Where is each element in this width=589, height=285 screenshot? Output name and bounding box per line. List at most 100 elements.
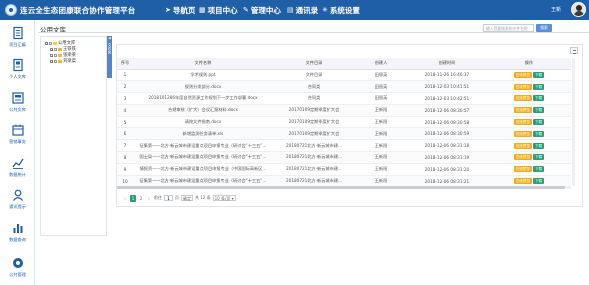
expand-icon[interactable]: + bbox=[50, 59, 54, 63]
download-button[interactable]: 下载 bbox=[533, 130, 545, 137]
column-header[interactable]: 文件目录 bbox=[273, 58, 355, 70]
page-size-select[interactable]: 10 条/页 ▾ bbox=[212, 195, 236, 201]
total-count: 共 12 条 bbox=[195, 195, 211, 200]
preview-button[interactable]: 在线预览 bbox=[513, 166, 533, 173]
nav-contacts[interactable]: ▤ 通讯录 bbox=[287, 4, 318, 16]
download-button[interactable]: 下载 bbox=[533, 142, 545, 149]
table-row[interactable]: 9 情报资——北方·新云城市建设重点项目申报专业（中国国际高新区... 201807… bbox=[117, 163, 571, 176]
download-button[interactable]: 下载 bbox=[533, 178, 545, 185]
preview-button[interactable]: 在线预览 bbox=[513, 154, 533, 161]
nav-home[interactable]: ➤ 导航页 bbox=[165, 4, 195, 16]
nav-management[interactable]: ✎ 管理中心 bbox=[243, 4, 281, 16]
tree-node-label: 刘梁菜 bbox=[63, 59, 76, 64]
download-button[interactable]: 下载 bbox=[533, 71, 545, 78]
vertical-scrollbar[interactable] bbox=[572, 58, 575, 186]
tree-checkbox[interactable] bbox=[54, 47, 57, 51]
sidebar-item-public-library[interactable]: 公共文库 bbox=[0, 89, 35, 119]
preview-button[interactable]: 在线预览 bbox=[513, 83, 533, 90]
download-button[interactable]: 下载 bbox=[533, 154, 545, 161]
horizontal-scrollbar[interactable] bbox=[117, 186, 565, 189]
file-name: 请按文件指南.docx bbox=[133, 116, 273, 129]
column-header[interactable]: 文件名称 bbox=[133, 58, 273, 70]
preview-button[interactable]: 在线预览 bbox=[513, 130, 533, 137]
file-directory: 20170109定期季度扩大会 bbox=[273, 104, 355, 117]
calendar-icon bbox=[11, 124, 24, 136]
preview-button[interactable]: 在线预览 bbox=[513, 178, 533, 185]
tree-checkbox[interactable] bbox=[49, 41, 52, 45]
splitter-label: 文件夹 bbox=[108, 42, 112, 54]
sidebar-item-data-query[interactable]: 数据查询 bbox=[0, 219, 35, 249]
collapse-icon[interactable]: − bbox=[45, 41, 49, 45]
row-number: 4 bbox=[117, 104, 133, 117]
sidebar-label: 数据统计 bbox=[9, 172, 26, 177]
creator: 王新阳 bbox=[355, 127, 407, 141]
table-row[interactable]: 1 学术规则.ppt 文件目录 田银英 2018-11-26 16:46:37 在线预览下… bbox=[117, 69, 571, 82]
confirm-page-button[interactable]: 确定 bbox=[181, 195, 193, 201]
page-number-input[interactable] bbox=[164, 195, 173, 201]
page-unit-label: 页 bbox=[175, 195, 179, 200]
expand-icon[interactable]: + bbox=[50, 47, 54, 51]
sidebar-label: 个人文库 bbox=[9, 74, 26, 79]
search-input[interactable] bbox=[483, 24, 534, 32]
nav-projects[interactable]: ▦ 项目中心 bbox=[199, 4, 238, 16]
row-actions: 在线预览 下载 bbox=[487, 69, 571, 82]
row-number: 8 bbox=[117, 151, 133, 164]
file-directory: 文件目录 bbox=[273, 69, 355, 82]
row-number: 3 bbox=[117, 92, 133, 105]
preview-button[interactable]: 在线预览 bbox=[513, 107, 533, 114]
preview-button[interactable]: 在线预览 bbox=[513, 142, 533, 149]
row-actions: 在线预览 下载 bbox=[487, 139, 571, 153]
download-button[interactable]: 下载 bbox=[533, 83, 545, 90]
file-directory: 合同类 bbox=[273, 92, 355, 105]
download-button[interactable]: 下载 bbox=[533, 119, 545, 126]
nav-home-label: 导航页 bbox=[172, 5, 196, 15]
sidebar-item-statistics[interactable]: 数据统计 bbox=[0, 154, 35, 184]
preview-button[interactable]: 在线预览 bbox=[513, 95, 533, 102]
column-header[interactable]: 创建时间 bbox=[407, 58, 487, 70]
table-row[interactable]: 2 规则分发部分.docx 合同类 田银英 2018-12-03 10:41:51 在线预… bbox=[117, 80, 571, 94]
search-button[interactable]: 搜索 bbox=[536, 24, 552, 32]
table-row[interactable]: 4 合规审核（扩大）会议汇报材料.docx 20170109定期季度扩大会 王新阳 20… bbox=[117, 104, 571, 117]
page-button-1[interactable]: 1 bbox=[130, 194, 136, 202]
divider bbox=[38, 32, 589, 33]
folder-icon bbox=[58, 47, 62, 51]
sidebar-item-personal-library[interactable]: 个人文库 bbox=[0, 56, 35, 86]
folder-panel-toggle[interactable]: ◀ 文件夹 bbox=[107, 36, 112, 78]
table-row[interactable]: 3 2018101286年度自然资源工作规划下一步工作部署.docx 合同类 田银英 2… bbox=[117, 92, 571, 105]
download-button[interactable]: 下载 bbox=[533, 107, 545, 114]
grid-icon: ▦ bbox=[199, 6, 206, 14]
avatar[interactable] bbox=[571, 2, 586, 17]
user-name[interactable]: 王新 bbox=[551, 6, 561, 13]
next-page-button[interactable]: › bbox=[146, 195, 152, 202]
nav-settings[interactable]: ✳ 系统设置 bbox=[322, 4, 360, 16]
table-row[interactable]: 6 新增监测任务清单.xls 20170109定期季度扩大会 王新阳 2018-12-0… bbox=[117, 127, 571, 141]
tree-checkbox[interactable] bbox=[54, 59, 57, 63]
prev-page-button[interactable]: ‹ bbox=[122, 195, 128, 202]
column-header[interactable]: 创建人 bbox=[355, 58, 407, 70]
chart-icon bbox=[11, 158, 24, 169]
table-row[interactable]: 8 国土局——北方·新云城市建设重点项目申报专业（研讨会“十三五”... 20180… bbox=[117, 151, 571, 164]
file-name: 国土局——北方·新云城市建设重点项目申报专业（研讨会“十三五”... bbox=[133, 151, 273, 164]
tree-checkbox[interactable] bbox=[54, 53, 57, 57]
table-row[interactable]: 7 征集第一一北方·新云城市建设重点项目申报专业（研讨会“十三五”... 20180… bbox=[117, 139, 571, 153]
column-toggle-button[interactable] bbox=[570, 47, 578, 54]
column-header[interactable]: 序号 bbox=[117, 58, 133, 70]
creator: 田银英 bbox=[355, 92, 407, 105]
sidebar-item-public-management[interactable]: 公共管理 bbox=[0, 254, 35, 284]
table-row[interactable]: 5 请按文件指南.docx 20170109定期季度扩大会 王新阳 2018-12-06… bbox=[117, 116, 571, 129]
expand-icon[interactable]: + bbox=[50, 53, 54, 57]
page-button-2[interactable]: 2 bbox=[138, 195, 144, 202]
download-button[interactable]: 下载 bbox=[533, 95, 545, 102]
nav-management-label: 管理中心 bbox=[250, 5, 281, 15]
preview-button[interactable]: 在线预览 bbox=[513, 71, 533, 78]
sidebar-item-project-compilation[interactable]: 项目汇编 bbox=[0, 24, 35, 54]
tree-node-child[interactable]: + 刘梁菜 bbox=[50, 58, 76, 64]
sidebar-item-notifications[interactable]: 通讯提示 bbox=[0, 186, 35, 216]
preview-button[interactable]: 在线预览 bbox=[513, 119, 533, 126]
row-actions: 在线预览 下载 bbox=[487, 163, 571, 176]
sidebar-item-marketing[interactable]: 营销事务 bbox=[0, 121, 35, 151]
nav-settings-label: 系统设置 bbox=[329, 5, 360, 15]
download-button[interactable]: 下载 bbox=[533, 166, 545, 173]
wrench-icon: ✎ bbox=[243, 6, 249, 14]
nav-contacts-label: 通讯录 bbox=[295, 5, 319, 15]
